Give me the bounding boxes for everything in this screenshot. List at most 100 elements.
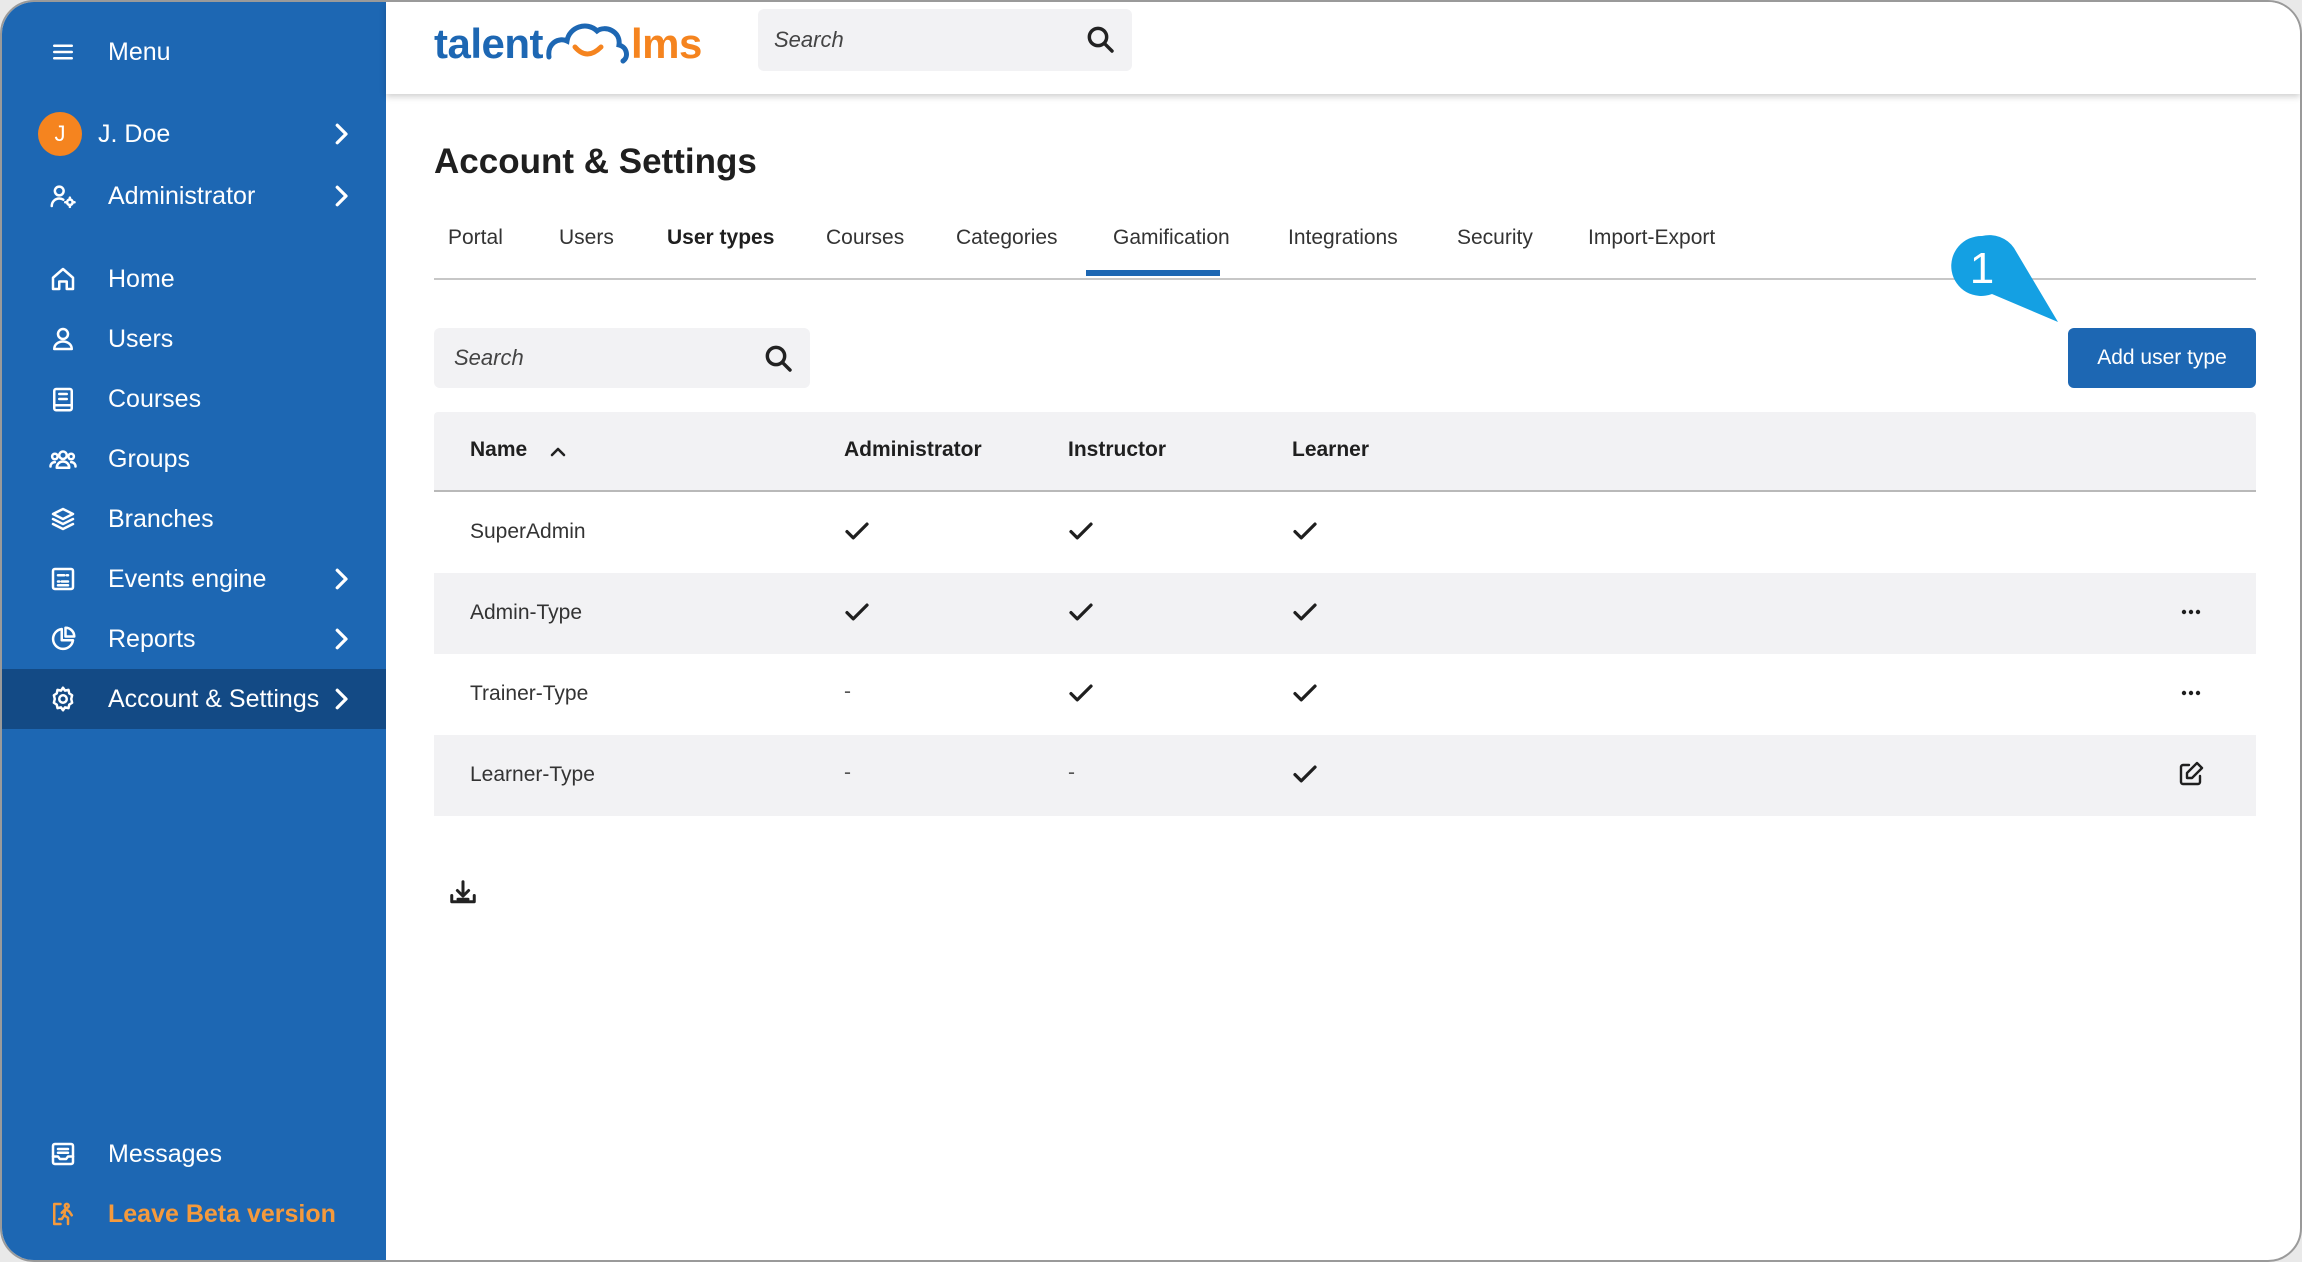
tab-categories[interactable]: Categories	[956, 226, 1058, 280]
more-options-icon[interactable]	[2174, 595, 2208, 629]
layers-icon	[46, 502, 80, 536]
tab-user-types[interactable]: User types	[667, 226, 774, 280]
user-types-table: Name Administrator Instructor Learner Su…	[434, 412, 2256, 816]
step-callout: 1	[1950, 234, 2060, 326]
menu-toggle[interactable]: Menu	[2, 22, 386, 82]
events-icon	[46, 562, 80, 596]
tab-integrations[interactable]: Integrations	[1288, 226, 1398, 280]
chevron-right-icon	[326, 564, 356, 594]
sidebar-item-groups[interactable]: Groups	[2, 429, 386, 489]
role-label: Administrator	[108, 181, 256, 210]
hamburger-icon	[46, 35, 80, 69]
table-row[interactable]: Trainer-Type -	[434, 654, 2256, 735]
user-types-search-input[interactable]	[454, 345, 734, 371]
sidebar-item-courses[interactable]: Courses	[2, 369, 386, 429]
sidebar-item-account-settings[interactable]: Account & Settings	[2, 669, 386, 729]
tab-courses[interactable]: Courses	[826, 226, 904, 280]
sidebar-item-label: Branches	[108, 504, 214, 533]
column-header-learner: Learner	[1292, 438, 1370, 461]
sidebar-item-label: Events engine	[108, 564, 267, 593]
callout-number: 1	[1969, 244, 1995, 293]
check-icon	[1066, 516, 1096, 546]
global-search	[758, 9, 1132, 71]
user-type-name[interactable]: SuperAdmin	[470, 520, 586, 544]
active-tab-indicator	[1086, 270, 1220, 276]
user-types-search	[434, 328, 810, 388]
leave-beta-link[interactable]: Leave Beta version	[2, 1184, 386, 1244]
role-switcher[interactable]: Administrator	[2, 166, 386, 226]
search-icon[interactable]	[762, 342, 796, 376]
user-name: J. Doe	[98, 119, 171, 148]
empty-value: -	[1068, 761, 1075, 784]
top-header: talent lms	[386, 2, 2300, 94]
groups-icon	[46, 442, 80, 476]
check-icon	[842, 597, 872, 627]
home-icon	[46, 262, 80, 296]
sidebar-item-label: Messages	[108, 1139, 222, 1168]
column-header-name[interactable]: Name	[470, 438, 527, 462]
cloud-smile-icon	[546, 23, 629, 64]
pie-chart-icon	[46, 622, 80, 656]
sidebar-item-events-engine[interactable]: Events engine	[2, 549, 386, 609]
user-gear-icon	[46, 179, 80, 213]
sidebar-item-label: Users	[108, 324, 174, 353]
column-header-administrator: Administrator	[844, 438, 982, 461]
sidebar: Menu J J. Doe Administrator Home Users C…	[2, 2, 386, 1260]
tab-import-export[interactable]: Import-Export	[1588, 226, 1715, 280]
sidebar-item-reports[interactable]: Reports	[2, 609, 386, 669]
chevron-right-icon	[326, 119, 356, 149]
table-row[interactable]: Learner-Type - -	[434, 735, 2256, 816]
tab-portal[interactable]: Portal	[448, 226, 503, 280]
column-header-instructor: Instructor	[1068, 438, 1167, 461]
talentlms-logo[interactable]: talent lms	[434, 14, 702, 74]
user-type-name[interactable]: Learner-Type	[470, 763, 595, 787]
sidebar-item-label: Groups	[108, 444, 190, 473]
user-icon	[46, 322, 80, 356]
edit-icon[interactable]	[2174, 757, 2208, 791]
download-icon[interactable]	[448, 878, 480, 910]
exit-run-icon	[46, 1197, 80, 1231]
gear-icon	[46, 682, 80, 716]
more-options-icon[interactable]	[2174, 676, 2208, 710]
sidebar-item-label: Leave Beta version	[108, 1199, 336, 1228]
check-icon	[842, 516, 872, 546]
user-profile[interactable]: J J. Doe	[2, 104, 386, 164]
sidebar-item-messages[interactable]: Messages	[2, 1124, 386, 1184]
chevron-right-icon	[326, 684, 356, 714]
global-search-input[interactable]	[774, 27, 1054, 53]
app-window: Menu J J. Doe Administrator Home Users C…	[0, 0, 2302, 1262]
sidebar-item-branches[interactable]: Branches	[2, 489, 386, 549]
table-header: Name Administrator Instructor Learner	[434, 412, 2256, 492]
inbox-icon	[46, 1137, 80, 1171]
user-type-name[interactable]: Admin-Type	[470, 601, 582, 625]
empty-value: -	[844, 680, 851, 703]
table-row[interactable]: SuperAdmin	[434, 492, 2256, 573]
search-icon[interactable]	[1084, 23, 1118, 57]
tab-users[interactable]: Users	[559, 226, 614, 280]
logo-text-lms: lms	[631, 20, 702, 67]
avatar: J	[38, 112, 82, 156]
check-icon	[1290, 597, 1320, 627]
sort-ascending-icon[interactable]	[546, 440, 570, 464]
logo-text-talent: talent	[434, 20, 544, 67]
book-icon	[46, 382, 80, 416]
tab-security[interactable]: Security	[1457, 226, 1533, 280]
check-icon	[1066, 597, 1096, 627]
user-type-name[interactable]: Trainer-Type	[470, 682, 588, 706]
sidebar-item-label: Courses	[108, 384, 202, 413]
check-icon	[1290, 516, 1320, 546]
chevron-right-icon	[326, 181, 356, 211]
table-row[interactable]: Admin-Type	[434, 573, 2256, 654]
add-user-type-button[interactable]: Add user type	[2068, 328, 2256, 388]
check-icon	[1290, 678, 1320, 708]
menu-label: Menu	[108, 37, 171, 66]
page-title: Account & Settings	[434, 142, 757, 181]
sidebar-item-home[interactable]: Home	[2, 249, 386, 309]
sidebar-item-users[interactable]: Users	[2, 309, 386, 369]
chevron-right-icon	[326, 624, 356, 654]
check-icon	[1290, 759, 1320, 789]
check-icon	[1066, 678, 1096, 708]
empty-value: -	[844, 761, 851, 784]
sidebar-item-label: Reports	[108, 624, 196, 653]
sidebar-item-label: Home	[108, 264, 175, 293]
